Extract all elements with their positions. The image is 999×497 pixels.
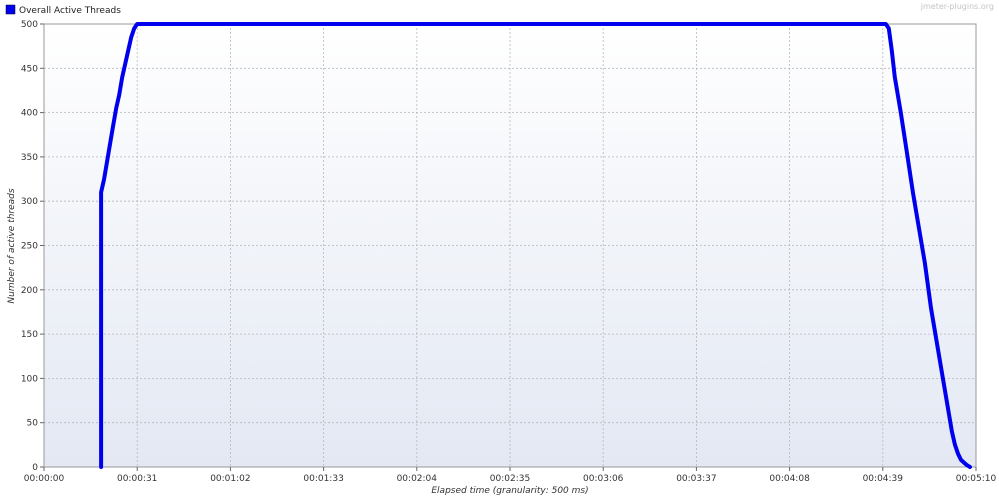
y-tick-label: 300 (21, 197, 38, 207)
y-tick-label: 200 (21, 286, 38, 296)
watermark: jmeter-plugins.org (920, 2, 994, 11)
x-tick-label: 00:03:06 (583, 474, 624, 484)
active-threads-chart: 00:00:00 00:00:31 00:01:02 00:01:33 00:02:04… (0, 0, 999, 497)
y-tick-label: 50 (27, 419, 39, 429)
x-tick-label: 00:01:02 (210, 474, 250, 484)
x-tick-label: 00:04:39 (863, 474, 904, 484)
y-tick-label: 0 (32, 463, 38, 473)
legend-label: Overall Active Threads (19, 6, 121, 16)
x-tick-label: 00:04:08 (769, 474, 810, 484)
y-tick-label: 450 (21, 64, 38, 74)
x-axis-title: Elapsed time (granularity: 500 ms) (431, 486, 588, 496)
y-tick-label: 500 (21, 20, 38, 30)
legend-swatch (5, 4, 16, 15)
x-tick-label: 00:01:33 (303, 474, 343, 484)
y-tick-label: 150 (21, 330, 38, 340)
x-tick-label: 00:00:31 (117, 474, 157, 484)
x-tick-label: 00:05:10 (956, 474, 997, 484)
y-tick-label: 350 (21, 153, 38, 163)
x-tick-label: 00:00:00 (24, 474, 65, 484)
legend: Overall Active Threads (5, 4, 121, 16)
y-tick-label: 400 (21, 109, 38, 119)
x-tick-label: 00:02:04 (397, 474, 438, 484)
x-tick-label: 00:03:37 (676, 474, 716, 484)
y-axis-title: Number of active threads (7, 188, 17, 303)
y-tick-label: 250 (21, 242, 38, 252)
x-tick-label: 00:02:35 (490, 474, 530, 484)
chart-canvas: 00:00:00 00:00:31 00:01:02 00:01:33 00:02:04… (5, 2, 997, 496)
y-tick-label: 100 (21, 374, 38, 384)
